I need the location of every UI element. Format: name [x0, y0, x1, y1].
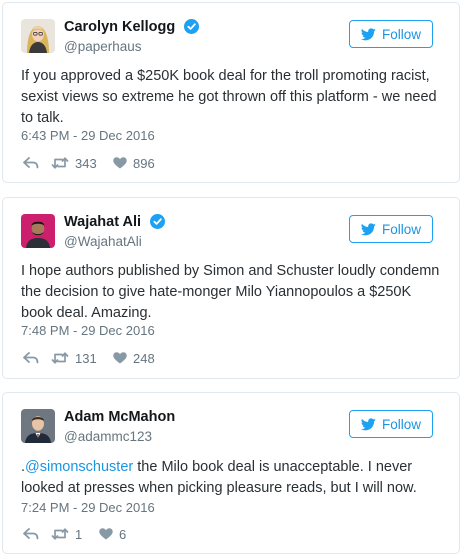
- verified-badge-icon: [149, 214, 165, 230]
- reply-button[interactable]: [23, 528, 51, 540]
- reply-button[interactable]: [23, 352, 51, 364]
- twitter-bird-icon: [360, 417, 376, 430]
- heart-icon: [113, 352, 127, 364]
- tweet-timestamp[interactable]: 7:48 PM - 29 Dec 2016: [21, 323, 155, 338]
- retweet-count: 131: [75, 350, 97, 366]
- reply-icon: [23, 352, 39, 364]
- tweet-text: .@simonschuster the Milo book deal is un…: [21, 457, 445, 499]
- retweet-count: 1: [75, 526, 83, 542]
- avatar[interactable]: [21, 214, 55, 248]
- tweet-actions: 131 248: [23, 350, 155, 366]
- author-block: Carolyn Kellogg @paperhaus: [64, 18, 199, 54]
- reply-icon: [23, 157, 39, 169]
- author-handle[interactable]: @adammc123: [64, 429, 175, 444]
- retweet-count: 343: [75, 155, 97, 171]
- reply-button[interactable]: [23, 157, 51, 169]
- heart-icon: [99, 528, 113, 540]
- reply-icon: [23, 528, 39, 540]
- retweet-icon: [51, 157, 69, 169]
- avatar[interactable]: [21, 19, 55, 53]
- follow-label: Follow: [381, 221, 421, 237]
- avatar[interactable]: [21, 409, 55, 443]
- retweet-icon: [51, 352, 69, 364]
- tweet-card: Wajahat Ali @WajahatAli Follow I hope au…: [2, 197, 460, 379]
- tweet-timestamp[interactable]: 6:43 PM - 29 Dec 2016: [21, 128, 155, 143]
- retweet-icon: [51, 528, 69, 540]
- author-block: Adam McMahon @adammc123: [64, 408, 175, 444]
- follow-button[interactable]: Follow: [349, 215, 433, 243]
- heart-icon: [113, 157, 127, 169]
- like-button[interactable]: 896: [113, 156, 155, 171]
- retweet-button[interactable]: 131: [51, 351, 113, 366]
- follow-button[interactable]: Follow: [349, 410, 433, 438]
- tweet-text: I hope authors published by Simon and Sc…: [21, 263, 440, 321]
- author-name[interactable]: Wajahat Ali: [64, 214, 141, 230]
- tweet-timestamp[interactable]: 7:24 PM - 29 Dec 2016: [21, 500, 155, 515]
- retweet-button[interactable]: 343: [51, 156, 113, 171]
- like-button[interactable]: 248: [113, 351, 155, 366]
- author-handle[interactable]: @paperhaus: [64, 39, 199, 54]
- author-name[interactable]: Carolyn Kellogg: [64, 19, 175, 35]
- like-count: 248: [133, 350, 155, 366]
- like-button[interactable]: 6: [99, 527, 126, 542]
- follow-label: Follow: [381, 416, 421, 432]
- tweet-actions: 1 6: [23, 526, 126, 542]
- verified-badge-icon: [183, 19, 199, 35]
- follow-button[interactable]: Follow: [349, 20, 433, 48]
- twitter-bird-icon: [360, 27, 376, 40]
- like-count: 6: [119, 526, 127, 542]
- mention-link[interactable]: @simonschuster: [25, 459, 133, 475]
- author-handle[interactable]: @WajahatAli: [64, 234, 165, 249]
- tweet-actions: 343 896: [23, 155, 155, 171]
- twitter-bird-icon: [360, 222, 376, 235]
- tweet-card: Adam McMahon @adammc123 Follow .@simonsc…: [2, 392, 460, 554]
- author-name[interactable]: Adam McMahon: [64, 409, 175, 425]
- tweet-card: Carolyn Kellogg @paperhaus Follow If you…: [2, 2, 460, 183]
- like-count: 896: [133, 155, 155, 171]
- retweet-button[interactable]: 1: [51, 527, 99, 542]
- follow-label: Follow: [381, 26, 421, 42]
- tweet-text: If you approved a $250K book deal for th…: [21, 68, 437, 126]
- author-block: Wajahat Ali @WajahatAli: [64, 213, 165, 249]
